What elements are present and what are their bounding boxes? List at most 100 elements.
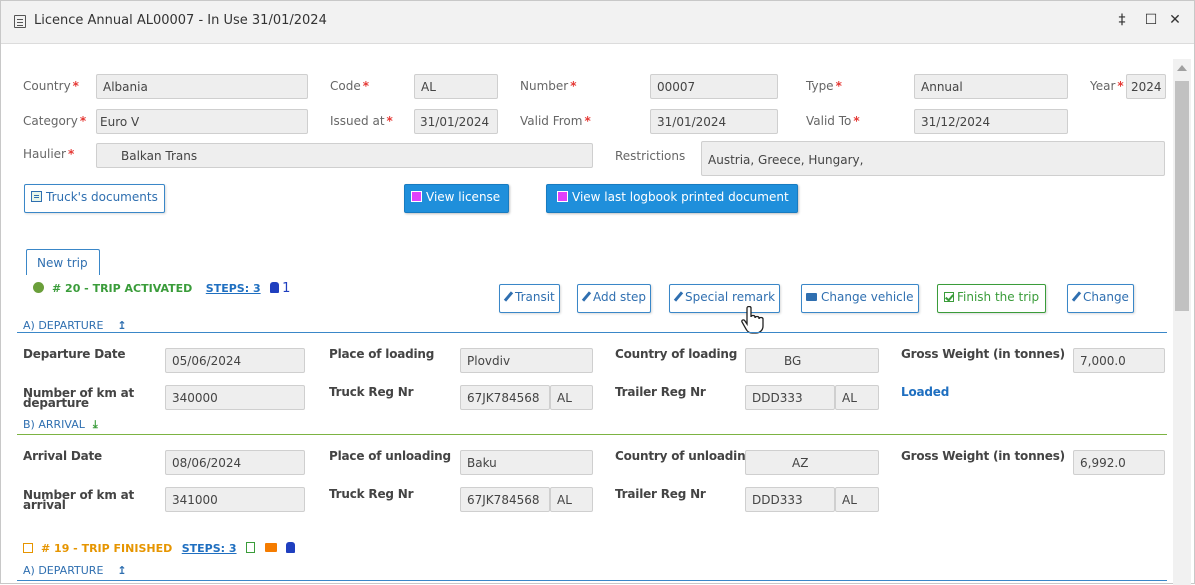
type-label: Type * xyxy=(806,79,842,93)
pin-icon[interactable]: ‡ xyxy=(1112,10,1132,30)
haulier-field[interactable]: Balkan Trans xyxy=(96,143,593,168)
finish-trip-button[interactable]: Finish the trip xyxy=(937,284,1047,313)
gross-weight-field[interactable]: 7,000.0 xyxy=(1073,348,1165,373)
truck-icon xyxy=(264,543,277,552)
trailer-country-field[interactable]: AL xyxy=(835,385,879,410)
scroll-up-icon[interactable] xyxy=(1177,65,1187,71)
pencil-icon xyxy=(503,291,514,302)
place-of-loading-field[interactable]: Plovdiv xyxy=(460,348,593,373)
vertical-scrollbar[interactable] xyxy=(1173,59,1191,585)
arrival-gross-weight-label: Gross Weight (in tonnes) xyxy=(901,449,1065,463)
departure-date-field[interactable]: 05/06/2024 xyxy=(165,348,305,373)
trip-20-count: 1 xyxy=(282,281,291,296)
haulier-label: Haulier * xyxy=(23,147,75,161)
truck-reg-label: Truck Reg Nr xyxy=(329,385,414,399)
place-of-unloading-field[interactable]: Baku xyxy=(460,450,593,475)
lock-icon xyxy=(286,542,296,553)
year-label: Year * xyxy=(1090,79,1124,93)
arrival-date-field[interactable]: 08/06/2024 xyxy=(165,450,305,475)
trip-19-departure-divider xyxy=(17,580,1167,581)
close-button[interactable]: ✕ xyxy=(1165,10,1185,30)
trailer-reg-field[interactable]: DDD333 xyxy=(745,385,835,410)
title-bar: Licence Annual AL00007 - In Use 31/01/20… xyxy=(1,1,1194,44)
trip-19-departure-header: A) DEPARTURE ↥ xyxy=(23,564,127,577)
document-icon xyxy=(31,191,42,202)
trip-19-status-line: # 19 - TRIP FINISHED STEPS: 3 xyxy=(23,542,296,555)
scroll-thumb[interactable] xyxy=(1175,81,1189,311)
place-of-loading-label: Place of loading xyxy=(329,347,435,361)
change-vehicle-button[interactable]: Change vehicle xyxy=(801,284,919,313)
arrival-truck-country-field[interactable]: AL xyxy=(550,487,593,512)
arrival-trailer-country-field[interactable]: AL xyxy=(835,487,879,512)
gross-weight-label: Gross Weight (in tonnes) xyxy=(901,347,1065,361)
restrictions-field[interactable]: Austria, Greece, Hungary, xyxy=(701,141,1165,176)
code-field[interactable]: AL xyxy=(414,74,498,99)
maximize-button[interactable]: ☐ xyxy=(1141,10,1161,30)
pencil-icon xyxy=(673,291,684,302)
place-of-unloading-label: Place of unloading xyxy=(329,449,451,463)
valid-to-label: Valid To * xyxy=(806,114,860,128)
view-license-button[interactable]: View license xyxy=(404,184,510,213)
lock-icon xyxy=(270,282,280,293)
arrival-truck-reg-field[interactable]: 67JK784568 xyxy=(460,487,550,512)
km-departure-field[interactable]: 340000 xyxy=(165,385,305,410)
download-icon: ⤓ xyxy=(92,418,98,431)
country-of-loading-label: Country of loading xyxy=(615,347,738,361)
issued-label: Issued at * xyxy=(330,114,393,128)
add-step-button[interactable]: Add step xyxy=(577,284,652,313)
year-field[interactable]: 2024 xyxy=(1126,74,1166,99)
arrival-gross-weight-field[interactable]: 6,992.0 xyxy=(1073,450,1165,475)
country-of-unloading-field[interactable]: AZ xyxy=(745,450,879,475)
checkbox-icon xyxy=(23,543,33,553)
truck-icon xyxy=(806,293,817,301)
pencil-icon xyxy=(1071,291,1082,302)
change-button[interactable]: Change xyxy=(1067,284,1134,313)
valid-to-field[interactable]: 31/12/2024 xyxy=(914,109,1068,134)
category-field[interactable]: Euro V xyxy=(96,109,308,134)
window-title: Licence Annual AL00007 - In Use 31/01/20… xyxy=(34,13,327,28)
arrival-header: B) ARRIVAL ⤓ xyxy=(23,418,98,431)
truck-reg-field[interactable]: 67JK784568 xyxy=(460,385,550,410)
number-field[interactable]: 00007 xyxy=(650,74,778,99)
trip-20-status-line: # 20 - TRIP ACTIVATED STEPS: 3 1 xyxy=(33,281,290,296)
tab-new-trip[interactable]: New trip xyxy=(26,249,100,275)
km-arrival-field[interactable]: 341000 xyxy=(165,487,305,512)
checkbox-icon xyxy=(944,292,954,302)
restrictions-label: Restrictions xyxy=(615,149,686,163)
document-icon xyxy=(246,542,256,553)
issued-field[interactable]: 31/01/2024 xyxy=(414,109,498,134)
arrival-trailer-reg-label: Trailer Reg Nr xyxy=(615,487,706,501)
trip-20-steps-link[interactable]: STEPS: 3 xyxy=(206,282,261,295)
km-arrival-label: Number of km at arrival xyxy=(23,488,135,512)
upload-icon: ↥ xyxy=(117,319,127,332)
number-label: Number * xyxy=(520,79,577,93)
logbook-icon xyxy=(557,191,568,202)
trip-19-steps-link[interactable]: STEPS: 3 xyxy=(182,542,237,555)
upload-icon: ↥ xyxy=(117,564,127,577)
licence-window: Licence Annual AL00007 - In Use 31/01/20… xyxy=(0,0,1195,585)
truck-country-field[interactable]: AL xyxy=(550,385,593,410)
trailer-reg-label: Trailer Reg Nr xyxy=(615,385,706,399)
trip-19-status: # 19 - TRIP FINISHED xyxy=(41,542,173,555)
valid-from-field[interactable]: 31/01/2024 xyxy=(650,109,778,134)
loaded-status: Loaded xyxy=(901,385,950,399)
category-label: Category * xyxy=(23,114,87,128)
km-departure-label: Number of km at departure xyxy=(23,386,135,410)
country-of-unloading-label: Country of unloading xyxy=(615,449,754,463)
code-label: Code * xyxy=(330,79,370,93)
type-field[interactable]: Annual xyxy=(914,74,1068,99)
arrival-divider xyxy=(17,434,1167,435)
trucks-documents-button[interactable]: Truck's documents xyxy=(24,184,165,213)
valid-from-label: Valid From * xyxy=(520,114,591,128)
globe-icon xyxy=(33,282,44,293)
country-of-loading-field[interactable]: BG xyxy=(745,348,879,373)
license-icon xyxy=(411,191,422,202)
arrival-trailer-reg-field[interactable]: DDD333 xyxy=(745,487,835,512)
departure-header: A) DEPARTURE ↥ xyxy=(23,319,127,332)
trip-20-status: # 20 - TRIP ACTIVATED xyxy=(52,282,193,295)
country-field[interactable]: Albania xyxy=(96,74,308,99)
view-logbook-button[interactable]: View last logbook printed document xyxy=(546,184,798,213)
country-label: Country * xyxy=(23,79,79,93)
transit-button[interactable]: Transit xyxy=(499,284,560,313)
arrival-truck-reg-label: Truck Reg Nr xyxy=(329,487,414,501)
